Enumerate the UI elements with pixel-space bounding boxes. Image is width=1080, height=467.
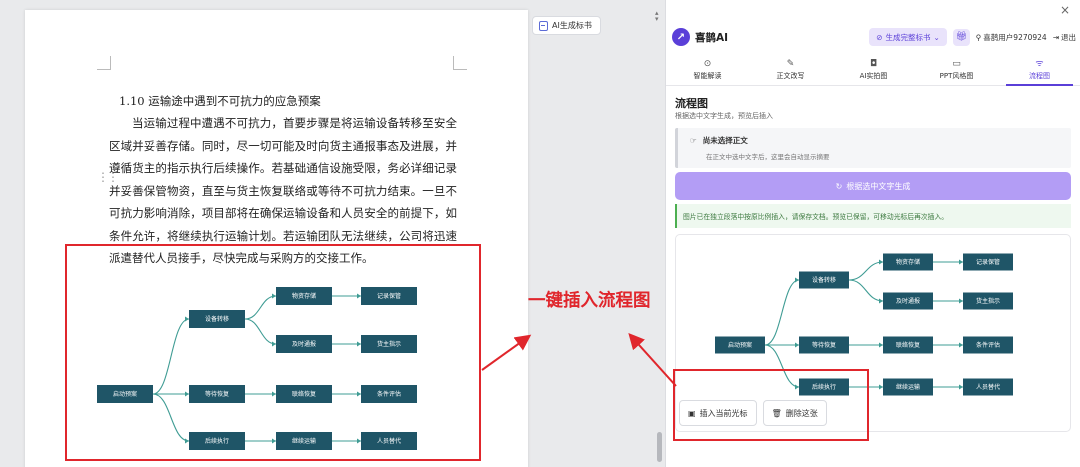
- flow-node-label: 设备转移: [812, 276, 836, 284]
- flow-arrowhead-continue-resume: [879, 384, 883, 390]
- document-icon: [539, 20, 548, 31]
- flow-node-label: 货主指示: [976, 297, 1000, 305]
- flow-arrowhead-storage-record: [959, 259, 963, 265]
- flow-node-label: 条件评估: [976, 341, 1000, 349]
- scroll-arrows-icon[interactable]: ▴ ▾: [655, 10, 661, 23]
- user-icon: ⚲: [975, 32, 982, 42]
- flow-node-record: 记录保管: [963, 253, 1013, 271]
- close-icon[interactable]: ×: [1060, 4, 1070, 16]
- flow-node-storage: 物资存储: [883, 253, 933, 271]
- pointer-icon: ☞: [690, 136, 697, 145]
- edit-icon: ✎: [786, 58, 795, 69]
- insert-notice: 图片已在独立段落中按原比例插入，请保存文档。预览已保留，可移动光标后再次插入。: [675, 204, 1071, 228]
- tab-label: AI实拍图: [859, 71, 888, 80]
- flow-arrowhead-transfer-report: [879, 298, 883, 304]
- user-info[interactable]: ⚲ 喜鹊用户9270924: [976, 32, 1047, 43]
- flow-node-assess: 条件评估: [963, 336, 1013, 354]
- ai-tender-label: AI生成标书: [552, 21, 592, 30]
- tab-smart-read[interactable]: ⊙ 智能解读: [666, 54, 749, 85]
- refresh-icon: ↻: [835, 181, 843, 191]
- tab-label: 正文改写: [776, 71, 805, 80]
- flow-node-label: 人员替代: [976, 383, 1000, 391]
- flow-node-label: 等待恢复: [812, 341, 836, 349]
- flow-arrowhead-start-transfer: [795, 277, 799, 283]
- generate-button-label: 根据选中文字生成: [846, 181, 911, 191]
- flow-node-label: 继续运输: [896, 383, 920, 391]
- logout-icon: ⇥: [1052, 32, 1059, 42]
- flow-arrowhead-transfer-storage: [879, 259, 883, 265]
- flow-arrowhead-start-wait: [795, 342, 799, 348]
- generate-from-selection-button[interactable]: ↻ 根据选中文字生成: [675, 172, 1071, 200]
- sparkle-icon: ⊘: [876, 32, 883, 42]
- flow-edge-transfer-storage: [848, 261, 884, 281]
- brand-logo-icon: ↗: [672, 28, 690, 46]
- flow-node-instruct: 货主指示: [963, 292, 1013, 310]
- flow-node-resume: 继续运输: [883, 378, 933, 396]
- generate-full-button[interactable]: ⊘ 生成完整标书 ⌄: [869, 28, 947, 46]
- flow-node-label: 启动预案: [728, 341, 752, 349]
- document-heading: 1.10 运输途中遇到不可抗力的应急预案: [119, 94, 321, 108]
- chevron-down-icon: ⌄: [933, 32, 940, 42]
- flow-edge-start-transfer: [764, 279, 800, 346]
- gift-icon[interactable]: 🎁︎: [952, 28, 970, 46]
- ai-tender-button[interactable]: AI生成标书: [532, 16, 601, 35]
- document-body[interactable]: 1.10 运输途中遇到不可抗力的应急预案 当运输过程中遭遇不可抗力，首要步骤是将…: [109, 90, 457, 270]
- brand-name: 喜鹊AI: [695, 31, 729, 44]
- flow-node-label: 物资存储: [896, 258, 920, 266]
- flow-node-label: 及时通报: [896, 297, 920, 305]
- highlight-box-document: [65, 244, 481, 461]
- crop-mark-top-left: [97, 56, 111, 70]
- selection-summary-box: ☞ 尚未选择正文 在正文中选中文字后，这里会自动显示摘要: [675, 128, 1071, 168]
- highlight-box-actions: [673, 369, 869, 441]
- flow-arrowhead-wait-contact: [879, 342, 883, 348]
- section-subtitle: 根据选中文字生成，预览后插入: [675, 112, 773, 120]
- flow-edge-transfer-report: [848, 279, 884, 302]
- flow-icon: ᯤ: [1035, 58, 1044, 69]
- flow-node-replace: 人员替代: [963, 378, 1013, 396]
- tab-ai-photo[interactable]: ◘ AI实拍图: [832, 54, 915, 85]
- no-selection-desc: 在正文中选中文字后，这里会自动显示摘要: [706, 153, 830, 161]
- tab-label: 智能解读: [693, 71, 722, 80]
- camera-icon: ◘: [869, 58, 878, 69]
- tab-ppt-style[interactable]: ▭ PPT风格图: [915, 54, 998, 85]
- flow-node-report: 及时通报: [883, 292, 933, 310]
- panel-header: ↗ 喜鹊AI ⊘ 生成完整标书 ⌄ 🎁︎ ⚲ 喜鹊用户9270924 ⇥ 退出: [672, 26, 1076, 48]
- user-label: 喜鹊用户9270924: [983, 32, 1047, 42]
- flow-arrowhead-report-instruct: [959, 298, 963, 304]
- logout-button[interactable]: ⇥ 退出: [1053, 32, 1076, 43]
- flow-node-transfer: 设备转移: [799, 271, 849, 289]
- panel-tabs: ⊙ 智能解读 ✎ 正文改写 ◘ AI实拍图 ▭ PPT风格图 ᯤ 流程图: [666, 54, 1080, 86]
- monitor-icon: ▭: [952, 58, 961, 69]
- no-selection-title: 尚未选择正文: [702, 136, 748, 145]
- tab-rewrite[interactable]: ✎ 正文改写: [749, 54, 832, 85]
- flow-node-label: 联络恢复: [896, 341, 920, 349]
- flow-arrowhead-contact-assess: [959, 342, 963, 348]
- tab-label: 流程图: [1029, 71, 1050, 80]
- crop-mark-top-right: [453, 56, 467, 70]
- flow-node-wait: 等待恢复: [799, 336, 849, 354]
- tab-flowchart[interactable]: ᯤ 流程图: [998, 54, 1080, 86]
- flow-node-contact: 联络恢复: [883, 336, 933, 354]
- flow-arrowhead-resume-replace: [959, 384, 963, 390]
- document-scrollbar[interactable]: [657, 432, 662, 462]
- flow-node-label: 记录保管: [976, 258, 1000, 266]
- header-actions: ⊘ 生成完整标书 ⌄ 🎁︎ ⚲ 喜鹊用户9270924 ⇥ 退出: [869, 28, 1076, 46]
- section-title: 流程图: [675, 97, 708, 110]
- panel-topbar: ×: [666, 0, 1080, 20]
- logout-label: 退出: [1061, 32, 1076, 42]
- generate-full-label: 生成完整标书: [885, 32, 931, 42]
- tab-label: PPT风格图: [939, 71, 974, 80]
- flow-node-start: 启动预案: [715, 336, 765, 354]
- annotation-label: 一键插入流程图: [528, 291, 651, 311]
- search-icon: ⊙: [703, 58, 712, 69]
